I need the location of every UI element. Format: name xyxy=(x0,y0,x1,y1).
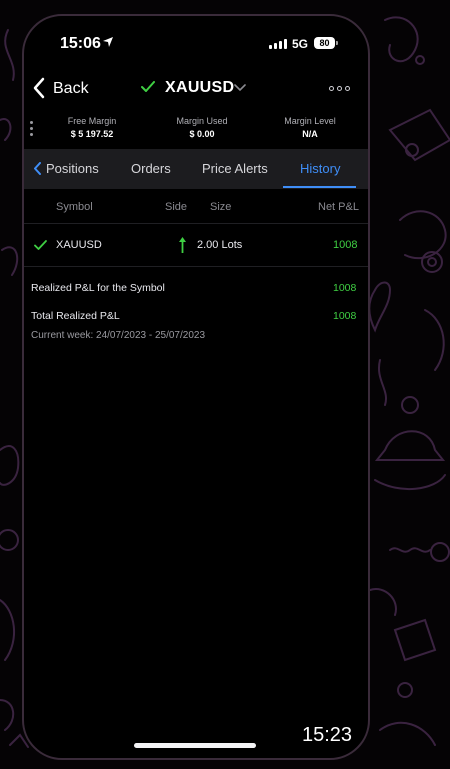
realized-pl-symbol-label: Realized P&L for the Symbol xyxy=(31,282,165,294)
margin-level: Margin Level N/A xyxy=(260,116,360,139)
status-time: 15:06 xyxy=(60,35,101,52)
chevron-left-icon[interactable] xyxy=(32,77,46,99)
tab-history[interactable]: History xyxy=(300,161,340,176)
header-net-pl: Net P&L xyxy=(318,201,359,213)
active-tab-indicator xyxy=(283,186,356,188)
free-margin-label: Free Margin xyxy=(67,116,117,126)
margin-used-value: $ 0.00 xyxy=(189,129,215,139)
row-symbol: XAUUSD xyxy=(56,239,102,251)
drag-handle-icon[interactable] xyxy=(30,121,33,136)
week-range: Current week: 24/07/2023 - 25/07/2023 xyxy=(31,330,206,341)
tab-bar: Positions Orders Price Alerts History xyxy=(24,149,368,189)
margin-used: Margin Used $ 0.00 xyxy=(152,116,252,139)
margin-used-label: Margin Used xyxy=(176,116,228,126)
symbol-title[interactable]: XAUUSD xyxy=(165,79,234,97)
row-size: 2.00 Lots xyxy=(197,239,243,251)
status-bar: 15:06 5G 80 xyxy=(24,16,368,70)
table-header: Symbol Side Size Net P&L xyxy=(24,199,368,221)
chevron-down-icon[interactable] xyxy=(234,84,246,92)
battery-icon: 80 xyxy=(314,37,335,49)
header-divider xyxy=(24,223,368,224)
battery-tip xyxy=(336,41,338,45)
location-arrow-icon xyxy=(103,37,113,47)
margin-summary: Free Margin $ 5 197.52 Margin Used $ 0.0… xyxy=(24,116,368,150)
tab-orders[interactable]: Orders xyxy=(131,161,171,176)
back-button[interactable]: Back xyxy=(53,80,89,98)
margin-level-value: N/A xyxy=(302,129,318,139)
tab-price-alerts[interactable]: Price Alerts xyxy=(202,161,268,176)
network-type: 5G xyxy=(292,37,309,51)
realized-pl-symbol-value: 1008 xyxy=(333,282,357,294)
cellular-signal-icon xyxy=(269,39,287,49)
tab-positions[interactable]: Positions xyxy=(46,161,99,176)
table-row[interactable]: XAUUSD 2.00 Lots 1008 xyxy=(24,236,368,262)
header-symbol: Symbol xyxy=(56,201,93,213)
row-net-pl: 1008 xyxy=(333,239,358,251)
chevron-left-icon[interactable] xyxy=(34,162,42,175)
navigation-bar: Back XAUUSD xyxy=(24,74,368,110)
checkmark-icon xyxy=(141,81,155,92)
total-realized-pl-value: 1008 xyxy=(333,310,357,322)
free-margin-value: $ 5 197.52 xyxy=(70,129,114,139)
arrow-up-icon xyxy=(179,237,186,253)
checkmark-icon xyxy=(34,240,47,250)
phone-screen: 15:06 5G 80 Back XAUUSD Free Margin $ 5 … xyxy=(22,14,370,760)
more-options-icon[interactable] xyxy=(329,86,350,91)
header-size: Size xyxy=(210,201,232,213)
overlay-time: 15:23 xyxy=(302,724,353,746)
free-margin: Free Margin $ 5 197.52 xyxy=(42,116,142,139)
header-side: Side xyxy=(165,201,188,213)
total-realized-pl-label: Total Realized P&L xyxy=(31,310,120,322)
margin-level-label: Margin Level xyxy=(284,116,336,126)
row-divider xyxy=(24,266,368,267)
home-indicator[interactable] xyxy=(134,743,256,748)
